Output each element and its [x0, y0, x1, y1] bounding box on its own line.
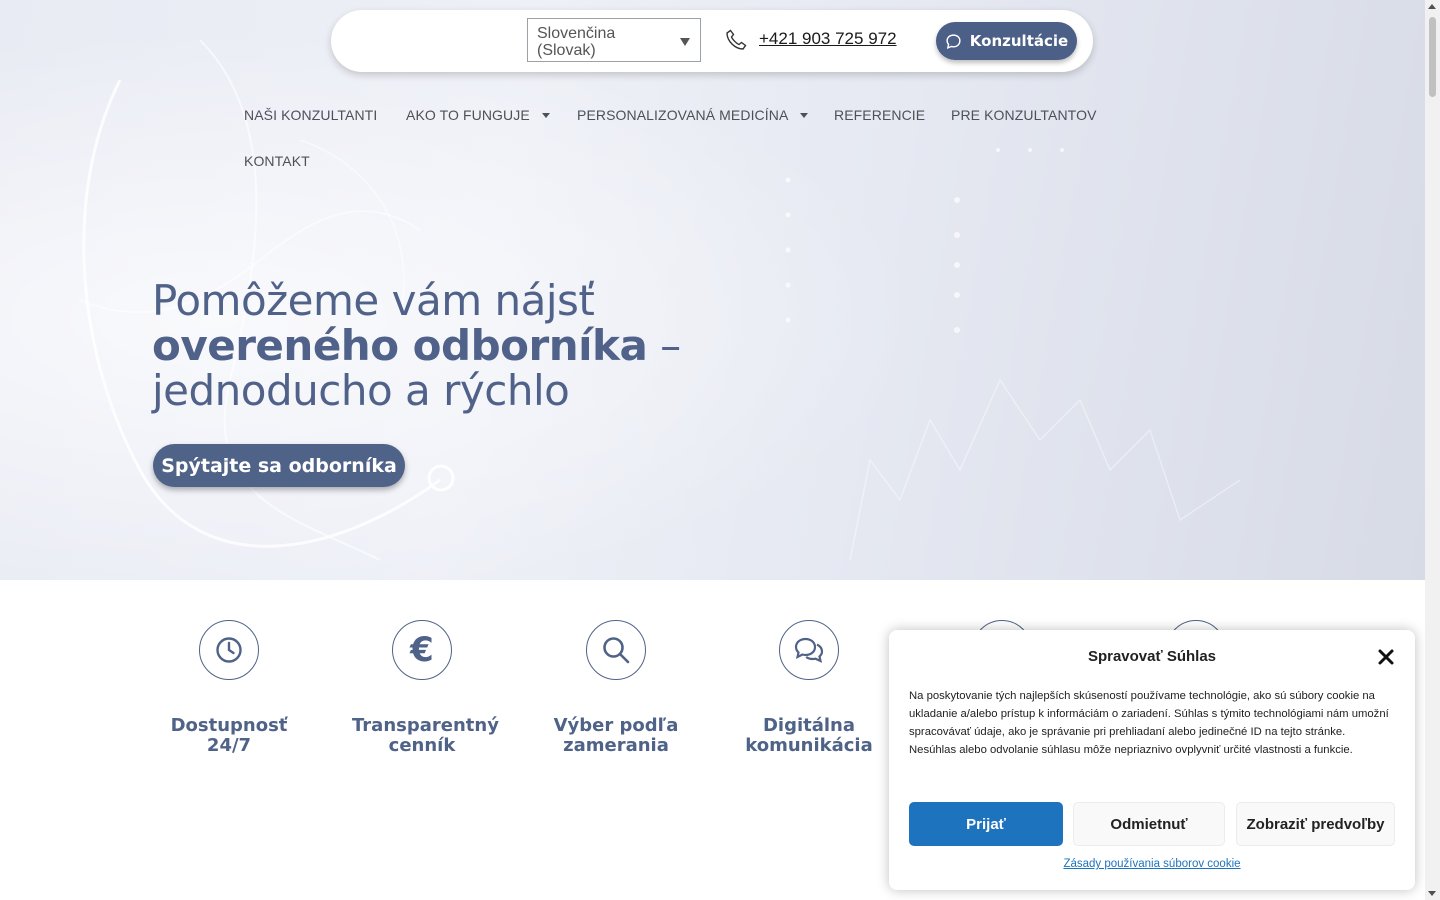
scroll-up-arrow-icon[interactable] — [1428, 4, 1436, 9]
hero-section: Pomôžeme vám nájsť overeného odborníka –… — [0, 0, 1425, 580]
dropdown-caret-icon — [541, 112, 550, 118]
feature-communication: Digitálna komunikácia — [719, 620, 899, 756]
hero-headline-emphasis: overeného odborníka — [152, 321, 648, 370]
feature-icon-circle: € — [392, 620, 452, 680]
hero-headline-line3: jednoducho a rýchlo — [152, 366, 570, 415]
cookie-title: Spravovať Súhlas — [1087, 648, 1217, 665]
clock-icon — [216, 637, 242, 663]
close-icon[interactable] — [1377, 648, 1395, 666]
language-select[interactable]: Slovenčina (Slovak) — [527, 18, 701, 62]
phone-icon — [726, 29, 747, 50]
chat-icon — [794, 637, 824, 663]
scrollbar-thumb[interactable] — [1429, 17, 1436, 97]
cookie-policy-link[interactable]: Zásady používania súborov cookie — [889, 858, 1415, 870]
feature-label: Dostupnosť 24/7 — [170, 715, 288, 756]
phone-link[interactable]: +421 903 725 972 — [759, 29, 897, 49]
search-icon — [603, 637, 630, 664]
header-bar: Slovenčina (Slovak) +421 903 725 972 Kon… — [331, 10, 1093, 72]
chat-bubble-icon — [946, 33, 961, 49]
consultations-button-label: Konzultácie — [969, 32, 1069, 50]
nav-item-references[interactable]: REFERENCIE — [834, 107, 925, 123]
language-select-value: Slovenčina (Slovak) — [537, 25, 616, 59]
cookie-consent-dialog: Spravovať Súhlas Na poskytovanie tých na… — [889, 630, 1415, 890]
cookie-preferences-button[interactable]: Zobraziť predvoľby — [1236, 802, 1395, 846]
page: Pomôžeme vám nájsť overeného odborníka –… — [0, 0, 1425, 900]
ask-expert-button[interactable]: Spýtajte sa odborníka — [153, 444, 405, 487]
nav-item-personalized-medicine[interactable]: PERSONALIZOVANÁ MEDICÍNA — [577, 107, 809, 123]
nav-item-consultants[interactable]: NAŠI KONZULTANTI — [244, 107, 377, 123]
nav-item-label: PERSONALIZOVANÁ MEDICÍNA — [577, 107, 789, 123]
nav-item-how-it-works[interactable]: AKO TO FUNGUJE — [406, 107, 550, 123]
feature-label: Digitálna komunikácia — [745, 715, 873, 756]
feature-icon-circle — [199, 620, 259, 680]
feature-icon-circle — [779, 620, 839, 680]
scroll-down-arrow-icon[interactable] — [1428, 891, 1436, 896]
page-scrollbar[interactable] — [1425, 0, 1440, 900]
nav-item-label: KONTAKT — [244, 153, 310, 169]
nav-item-label: PRE KONZULTANTOV — [951, 107, 1097, 123]
nav-item-contact[interactable]: KONTAKT — [244, 153, 310, 169]
cookie-body-text: Na poskytovanie tých najlepších skúsenos… — [909, 690, 1389, 756]
nav-item-label: NAŠI KONZULTANTI — [244, 107, 378, 123]
hero-headline-dash: – — [647, 321, 681, 370]
euro-icon: € — [410, 630, 434, 670]
feature-pricing: € Transparentný cenník — [332, 620, 512, 756]
nav-item-for-consultants[interactable]: PRE KONZULTANTOV — [951, 107, 1097, 123]
cookie-deny-button[interactable]: Odmietnuť — [1073, 802, 1225, 846]
feature-icon-circle — [586, 620, 646, 680]
nav-item-label: AKO TO FUNGUJE — [406, 107, 530, 123]
feature-selection: Výber podľa zamerania — [526, 620, 706, 756]
chevron-down-icon — [680, 38, 690, 46]
hero-headline-line2: overeného odborníka – — [152, 323, 792, 368]
feature-label: Výber podľa zamerania — [553, 715, 679, 756]
nav-item-label: REFERENCIE — [834, 107, 926, 123]
hero-headline: Pomôžeme vám nájsť overeného odborníka –… — [152, 278, 792, 413]
feature-availability: Dostupnosť 24/7 — [139, 620, 319, 756]
dropdown-caret-icon — [800, 112, 809, 118]
consultations-button[interactable]: Konzultácie — [936, 22, 1077, 60]
hero-headline-line1: Pomôžeme vám nájsť — [152, 276, 595, 325]
cookie-accept-button[interactable]: Prijať — [909, 802, 1063, 846]
feature-label: Transparentný cenník — [352, 715, 499, 756]
